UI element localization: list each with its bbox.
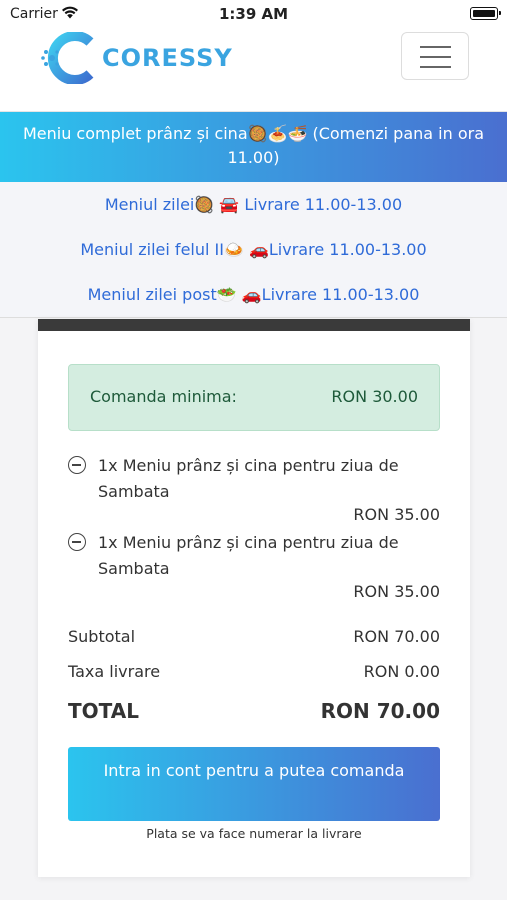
- remove-item-icon[interactable]: [68, 456, 86, 474]
- hamburger-icon: [420, 46, 451, 48]
- cart-item-name: 1x Meniu prânz și cina pentru ziua de Sa…: [98, 456, 399, 501]
- payment-note: Plata se va face numerar la livrare: [146, 826, 362, 841]
- menu-item-active[interactable]: Meniu complet prânz și cina🥘🍝🍜 (Comenzi …: [0, 112, 507, 182]
- cart-item-name: 1x Meniu prânz și cina pentru ziua de Sa…: [98, 533, 399, 578]
- delivery-fee-row: Taxa livrare RON 0.00: [68, 662, 440, 681]
- subtotal-value: RON 70.00: [353, 627, 440, 646]
- min-order-label: Comanda minima:: [90, 387, 237, 406]
- clock: 1:39 AM: [218, 5, 289, 23]
- cart-item: 1x Meniu prânz și cina pentru ziua de Sa…: [68, 530, 440, 610]
- status-bar: Carrier 1:39 AM: [0, 0, 507, 28]
- menu-item-daily-fasting[interactable]: Meniul zilei post🥗 🚗Livrare 11.00-13.00: [0, 272, 507, 317]
- battery-icon: [470, 7, 501, 20]
- total-value: RON 70.00: [320, 699, 440, 723]
- login-to-order-button[interactable]: Intra in cont pentru a putea comanda: [68, 747, 440, 821]
- menu-toggle-button[interactable]: [401, 32, 469, 80]
- menu-list: Meniul zilei🥘 🚘 Livrare 11.00-13.00 Meni…: [0, 182, 507, 318]
- navbar: CORESSY: [0, 28, 507, 112]
- min-order-value: RON 30.00: [331, 387, 418, 406]
- remove-item-icon[interactable]: [68, 533, 86, 551]
- delivery-fee-label: Taxa livrare: [68, 662, 161, 681]
- min-order-alert: Comanda minima: RON 30.00: [68, 364, 440, 431]
- subtotal-label: Subtotal: [68, 627, 136, 646]
- subtotal-row: Subtotal RON 70.00: [68, 627, 440, 646]
- menu-item-daily-second-course[interactable]: Meniul zilei felul II🍛 🚗Livrare 11.00-13…: [0, 227, 507, 272]
- brand-logo[interactable]: CORESSY: [40, 32, 233, 84]
- menu-item-daily[interactable]: Meniul zilei🥘 🚘 Livrare 11.00-13.00: [0, 182, 507, 227]
- category-menu: Meniu complet prânz și cina🥘🍝🍜 (Comenzi …: [0, 112, 507, 318]
- cart-item-price: RON 35.00: [353, 582, 440, 601]
- total-label: TOTAL: [68, 699, 139, 723]
- cart-item-price: RON 35.00: [353, 505, 440, 524]
- logo-icon: [41, 32, 94, 84]
- cart-card: Comanda minima: RON 30.00 1x Meniu prânz…: [38, 319, 470, 877]
- cart-header-bar: [38, 319, 470, 331]
- brand-name: CORESSY: [102, 44, 233, 72]
- cart-item: 1x Meniu prânz și cina pentru ziua de Sa…: [68, 453, 440, 533]
- delivery-fee-value: RON 0.00: [363, 662, 440, 681]
- total-row: TOTAL RON 70.00: [68, 699, 440, 723]
